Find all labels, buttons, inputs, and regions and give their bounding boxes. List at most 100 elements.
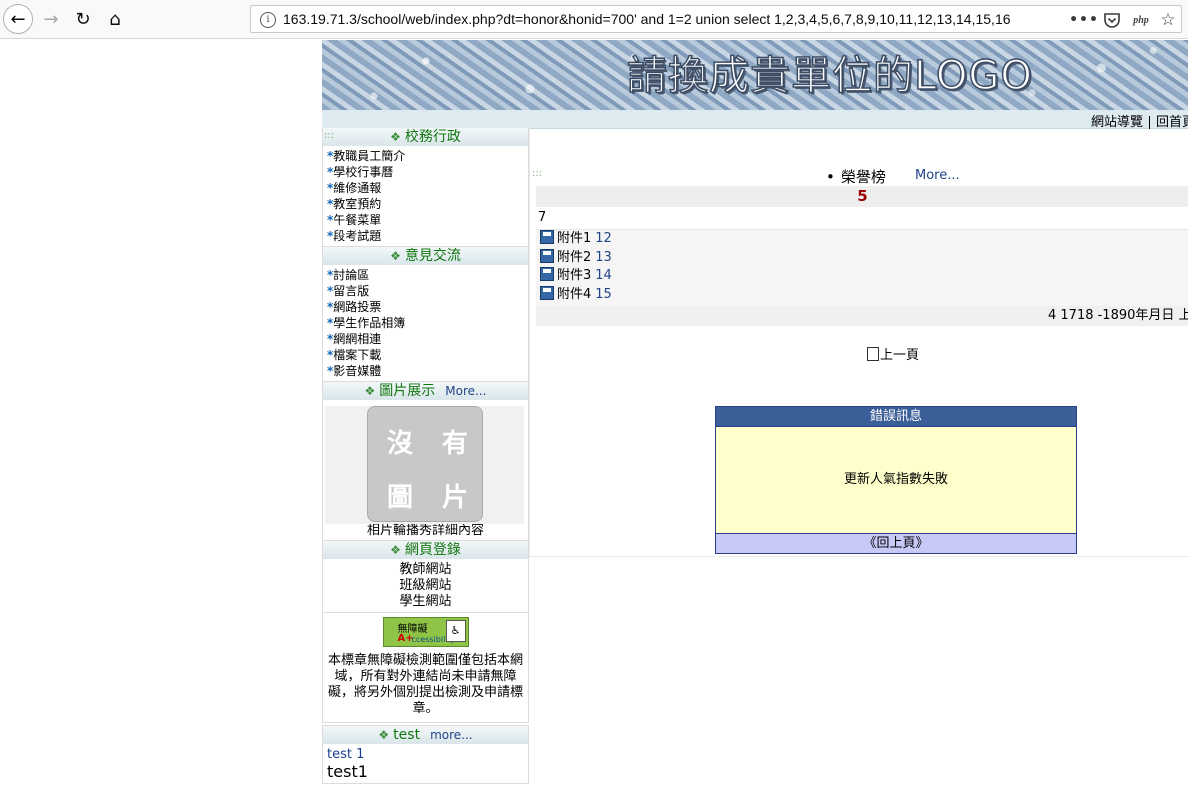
menu-item[interactable]: *午餐菜單: [327, 212, 525, 228]
student-site-link[interactable]: 學生網站: [323, 594, 528, 610]
menu-item-label: 學校行事曆: [333, 165, 394, 179]
error-message: 更新人氣指數失敗: [716, 426, 1076, 534]
attachment-row[interactable]: 附件1 12: [540, 230, 612, 248]
menu-item[interactable]: *檔案下載: [327, 347, 525, 363]
clover-icon: ❖: [364, 384, 376, 398]
menu-item-label: 教室預約: [333, 197, 382, 211]
no-picture-image[interactable]: 沒 有 圖 片: [367, 406, 483, 522]
attachment-number[interactable]: 13: [595, 250, 612, 265]
honor-header: ::: • 榮譽榜 More...: [530, 166, 1188, 186]
gallery-block-header: ❖ 圖片展示 More...: [323, 382, 528, 400]
test-content: test1: [327, 762, 368, 781]
class-site-link[interactable]: 班級網站: [323, 578, 528, 594]
honor-more-link[interactable]: More...: [915, 168, 960, 183]
main-content: ::: • 榮譽榜 More... 5 7 附件1 12 附件2 13 附件3 14 附…: [529, 128, 1188, 557]
menu-item[interactable]: *影音媒體: [327, 363, 525, 379]
opinion-block: ❖ 意見交流 *討論區 *留言版 *網路投票 *學生作品相簿 *網網相連 *檔案下…: [322, 247, 529, 382]
opinion-block-title: 意見交流: [404, 248, 461, 264]
reload-icon[interactable]: ↻: [68, 4, 98, 34]
honor-meta-row: 4 1718 -1890年月日 上午: [536, 306, 1188, 326]
admin-block-header: ::: ❖ 校務行政: [323, 128, 528, 146]
floppy-disk-icon: [540, 249, 554, 263]
login-block: ❖ 網頁登錄 教師網站 班級網站 學生網站 無障礙 A+ ccessibility…: [322, 541, 529, 723]
bookmark-star-icon[interactable]: ☆: [1158, 10, 1178, 30]
gallery-caption[interactable]: 相片輪播秀詳細內容: [323, 522, 528, 540]
accessibility-text: 本標章無障礙檢測範圍僅包括本網域，所有對外連結尚未申請無障礙，將另外個別提出檢測…: [327, 653, 523, 716]
menu-item-label: 維修通報: [333, 181, 382, 195]
honor-title: • 榮譽榜: [826, 166, 886, 187]
error-back-link[interactable]: 《回上頁》: [716, 534, 1076, 553]
admin-block: ::: ❖ 校務行政 *教職員工簡介 *學校行事曆 *維修通報 *教室預約 *午餐…: [322, 128, 529, 247]
menu-item[interactable]: *網網相連: [327, 331, 525, 347]
clover-icon: ❖: [390, 249, 401, 263]
menu-item-label: 影音媒體: [333, 364, 382, 378]
back-arrow-icon[interactable]: ←: [3, 4, 33, 34]
menu-item[interactable]: *維修通報: [327, 180, 525, 196]
menu-item-label: 留言版: [333, 284, 370, 298]
menu-item[interactable]: *段考試題: [327, 228, 525, 244]
site-banner: 請換成貴單位的LOGO: [322, 40, 1188, 110]
attachment-row[interactable]: 附件4 15: [540, 286, 612, 304]
floppy-disk-icon: [540, 230, 554, 244]
gallery-more-link[interactable]: More...: [445, 384, 486, 398]
attachment-label: 附件3: [557, 268, 592, 283]
menu-item-label: 檔案下載: [333, 348, 382, 362]
info-icon[interactable]: i: [260, 12, 276, 28]
sidebar: ::: ❖ 校務行政 *教職員工簡介 *學校行事曆 *維修通報 *教室預約 *午餐…: [322, 128, 529, 784]
honor-content: 7: [538, 210, 547, 225]
pocket-icon[interactable]: [1103, 10, 1121, 30]
no-picture-char: 有: [442, 429, 469, 459]
forward-arrow-icon[interactable]: →: [36, 4, 66, 34]
floppy-disk-icon: [540, 267, 554, 281]
attachment-row[interactable]: 附件2 13: [540, 249, 612, 267]
url-text[interactable]: 163.19.71.3/school/web/index.php?dt=hono…: [283, 11, 1063, 29]
menu-item[interactable]: *教職員工簡介: [327, 148, 525, 164]
page-actions-icon[interactable]: •••: [1069, 10, 1098, 30]
no-picture-char: 片: [442, 483, 469, 513]
login-block-header: ❖ 網頁登錄: [323, 541, 528, 559]
attachment-number[interactable]: 14: [595, 268, 612, 283]
attachment-number[interactable]: 12: [595, 231, 612, 246]
test-more-link[interactable]: more...: [430, 728, 473, 742]
no-picture-char: 圖: [387, 483, 414, 513]
previous-page-link[interactable]: 上一頁: [867, 344, 919, 363]
teacher-site-link[interactable]: 教師網站: [323, 562, 528, 578]
home-icon[interactable]: ⌂: [100, 4, 130, 34]
menu-item[interactable]: *留言版: [327, 283, 525, 299]
admin-block-title: 校務行政: [404, 129, 461, 145]
top-nav: 網站導覽回首頁: [322, 110, 1188, 130]
menu-item-label: 網網相連: [333, 332, 382, 346]
gallery-block: ❖ 圖片展示 More... 沒 有 圖 片 相片輪播秀詳細內容: [322, 382, 529, 541]
page-icon: [867, 347, 879, 361]
dots-icon: :::: [324, 130, 335, 141]
no-picture-char: 沒: [387, 429, 414, 459]
site-logo[interactable]: 請換成貴單位的LOGO: [626, 50, 1033, 102]
clover-icon: ❖: [390, 130, 401, 144]
menu-item[interactable]: *學生作品相簿: [327, 315, 525, 331]
attachment-list: 附件1 12 附件2 13 附件3 14 附件4 15: [536, 229, 1188, 306]
accessibility-badge[interactable]: 無障礙 A+ ccessibility ♿: [382, 617, 469, 647]
menu-item-label: 教職員工簡介: [333, 149, 406, 163]
menu-item[interactable]: *學校行事曆: [327, 164, 525, 180]
url-path: /school/web/index.php?dt=honor&honid=700…: [356, 11, 1011, 27]
attachment-row[interactable]: 附件3 14: [540, 267, 612, 285]
menu-item[interactable]: *網路投票: [327, 299, 525, 315]
accessibility-section: 無障礙 A+ ccessibility ♿ 本標章無障礙檢測範圍僅包括本網域，所…: [323, 612, 528, 722]
honor-number-row: 5: [536, 186, 1188, 207]
opinion-block-header: ❖ 意見交流: [323, 247, 528, 265]
menu-item-label: 午餐菜單: [333, 213, 382, 227]
gallery-image-area: 沒 有 圖 片: [323, 400, 528, 524]
page: 請換成貴單位的LOGO 網站導覽回首頁 ::: ❖校務行政 *教職員工簡介 *學…: [322, 40, 1188, 801]
address-bar[interactable]: i 163.19.71.3/school/web/index.php?dt=ho…: [250, 5, 1182, 33]
test-block: ❖ test more... test 1 test1: [322, 725, 529, 784]
menu-item-label: 學生作品相簿: [333, 316, 406, 330]
menu-item[interactable]: *討論區: [327, 267, 525, 283]
login-block-title: 網頁登錄: [404, 542, 461, 558]
clover-icon: ❖: [378, 728, 390, 742]
gallery-block-title: 圖片展示: [379, 383, 436, 399]
attachment-label: 附件2: [557, 250, 592, 265]
attachment-number[interactable]: 15: [595, 287, 612, 302]
php-extension-icon[interactable]: php: [1129, 10, 1153, 30]
menu-item[interactable]: *教室預約: [327, 196, 525, 212]
test-link[interactable]: test 1: [327, 747, 524, 763]
